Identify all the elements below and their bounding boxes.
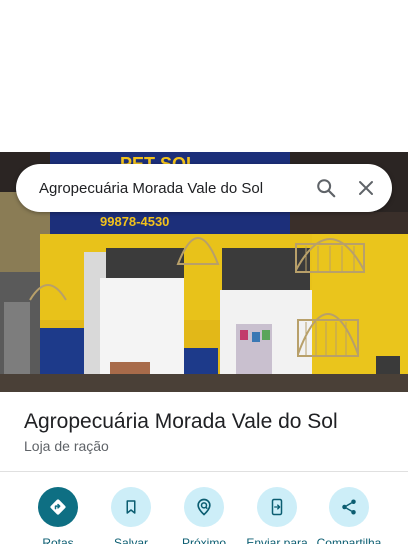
place-title: Agropecuária Morada Vale do Sol: [24, 410, 338, 433]
nearby-icon: [184, 487, 224, 527]
send-to-phone-button[interactable]: Enviar para: [239, 487, 315, 544]
divider: [0, 471, 408, 472]
search-bar[interactable]: Agropecuária Morada Vale do Sol: [16, 164, 392, 212]
directions-icon: [38, 487, 78, 527]
sign-phone: 99878-4530: [100, 214, 169, 229]
share-button[interactable]: Compartilha: [311, 487, 387, 544]
nearby-button[interactable]: Próximo: [166, 487, 242, 544]
place-category: Loja de ração: [24, 438, 109, 454]
nearby-label: Próximo: [181, 536, 226, 544]
send-to-phone-icon: [257, 487, 297, 527]
directions-label: Rotas: [42, 536, 74, 544]
save-label: Salvar: [113, 536, 148, 544]
bookmark-icon: [111, 487, 151, 527]
search-icon[interactable]: [306, 164, 346, 212]
search-input[interactable]: Agropecuária Morada Vale do Sol: [16, 180, 306, 197]
close-icon[interactable]: [346, 164, 386, 212]
send-to-phone-label: Enviar para: [246, 536, 308, 544]
map-blank-area: [0, 0, 408, 152]
save-button[interactable]: Salvar: [93, 487, 169, 544]
share-icon: [329, 487, 369, 527]
share-label: Compartilha: [316, 536, 382, 544]
directions-button[interactable]: Rotas: [20, 487, 96, 544]
action-row: Rotas Salvar Próximo Enviar para Compart…: [0, 487, 408, 544]
